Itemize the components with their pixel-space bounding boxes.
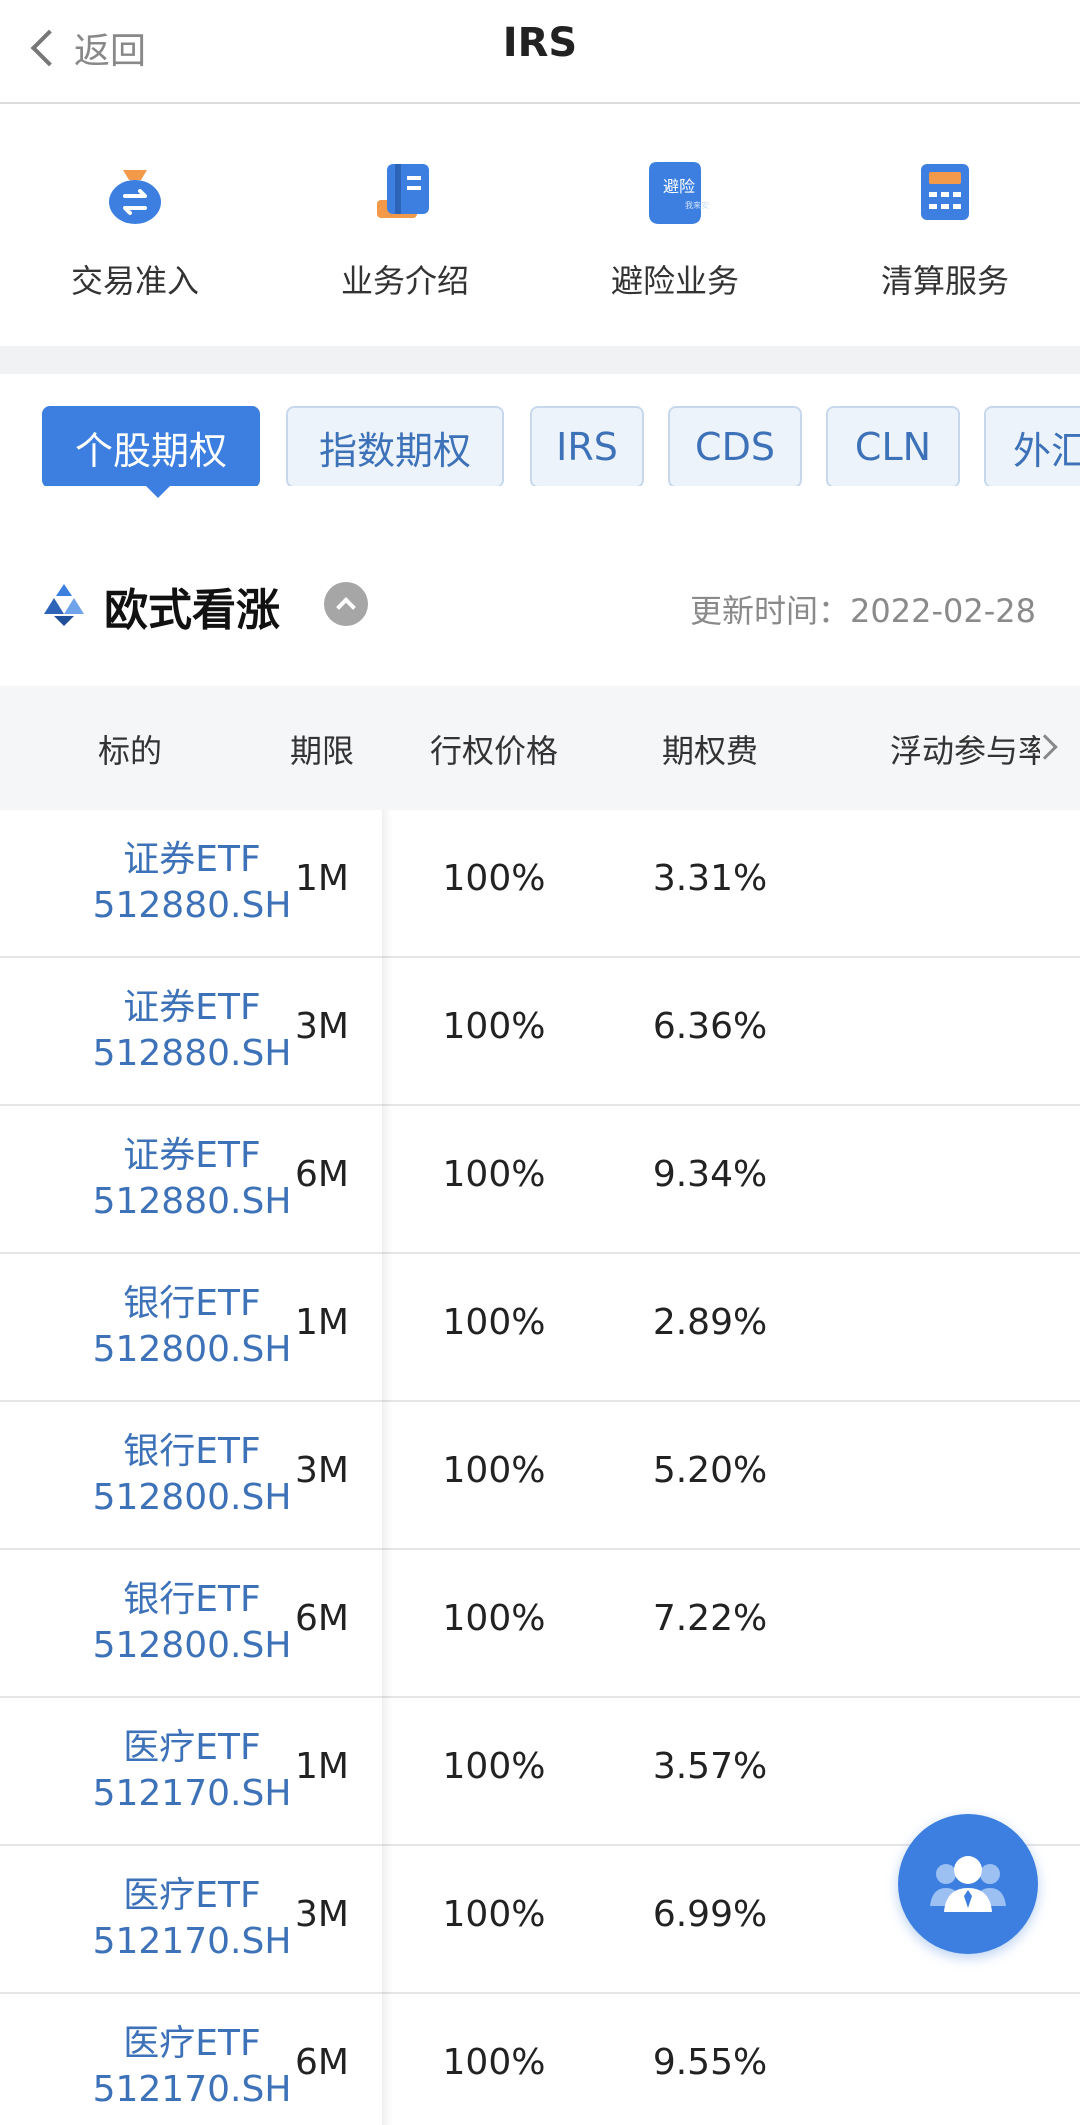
strike-cell: 100% <box>442 1746 546 1787</box>
col-premium: 期权费 <box>661 732 758 770</box>
menu-label: 避险业务 <box>610 262 739 300</box>
table-row[interactable]: 银行ETF 512800.SH 3M 100% 5.20% <box>0 1402 1080 1550</box>
strike-cell: 100% <box>442 1598 546 1639</box>
svg-text:我来安: 我来安 <box>685 200 709 210</box>
underlying-name: 医疗ETF <box>123 1875 261 1916</box>
term-cell: 1M <box>295 1746 349 1787</box>
menu-label: 业务介绍 <box>340 262 469 300</box>
active-tab-indicator <box>146 486 170 498</box>
table-row[interactable]: 证券ETF 512880.SH 3M 100% 6.36% <box>0 958 1080 1106</box>
product-tabs: 个股期权 指数期权 IRS CDS CLN 外汇 <box>0 400 1080 486</box>
underlying-name: 证券ETF <box>123 987 261 1028</box>
section-title: 欧式看涨 <box>104 585 280 636</box>
underlying-name: 银行ETF <box>123 1431 261 1472</box>
customer-service-icon <box>930 1856 1006 1912</box>
col-participation: 浮动参与率 <box>890 732 1040 770</box>
money-bag-icon <box>99 156 171 228</box>
underlying-name: 医疗ETF <box>123 2023 261 2064</box>
premium-cell: 9.55% <box>652 2042 768 2083</box>
underlying-name: 医疗ETF <box>123 1727 261 1768</box>
menu-item-business-intro[interactable]: 业务介绍 <box>270 106 540 346</box>
table-row[interactable]: 证券ETF 512880.SH 1M 100% 3.31% <box>0 810 1080 958</box>
term-cell: 6M <box>295 1598 349 1639</box>
chevron-up-icon <box>336 597 356 617</box>
premium-cell: 6.99% <box>652 1894 768 1935</box>
page-title: IRS <box>502 20 578 66</box>
term-cell: 6M <box>295 1154 349 1195</box>
term-cell: 3M <box>295 1450 349 1491</box>
underlying-name: 银行ETF <box>123 1283 261 1324</box>
top-nav-bar: 返回 IRS <box>0 0 1080 104</box>
term-cell: 1M <box>295 1302 349 1343</box>
menu-label: 清算服务 <box>880 262 1009 300</box>
premium-cell: 6.36% <box>652 1006 768 1047</box>
update-date: 2022-02-28 <box>850 592 1036 630</box>
tab-irs[interactable]: IRS <box>530 406 644 486</box>
table-row[interactable]: 银行ETF 512800.SH 6M 100% 7.22% <box>0 1550 1080 1698</box>
strike-cell: 100% <box>442 2042 546 2083</box>
section-divider <box>0 346 1080 374</box>
table-row[interactable]: 医疗ETF 512170.SH 1M 100% 3.57% <box>0 1698 1080 1846</box>
menu-item-hedging[interactable]: 避险 我来安 避险业务 <box>540 106 810 346</box>
update-label: 更新时间： <box>690 592 851 630</box>
strike-cell: 100% <box>442 1302 546 1343</box>
tab-stock-options[interactable]: 个股期权 <box>42 406 260 486</box>
tab-fx[interactable]: 外汇 <box>984 406 1080 486</box>
menu-label: 交易准入 <box>70 262 199 300</box>
term-cell: 6M <box>295 2042 349 2083</box>
term-cell: 3M <box>295 1006 349 1047</box>
tab-index-options[interactable]: 指数期权 <box>286 406 504 486</box>
underlying-name: 证券ETF <box>123 1135 261 1176</box>
menu-item-clearing[interactable]: 清算服务 <box>810 106 1080 346</box>
update-time: 更新时间：2022-02-28 <box>690 586 1036 632</box>
premium-cell: 2.89% <box>652 1302 768 1343</box>
table-row[interactable]: 证券ETF 512880.SH 6M 100% 9.34% <box>0 1106 1080 1254</box>
term-cell: 3M <box>295 1894 349 1935</box>
table-row[interactable]: 银行ETF 512800.SH 1M 100% 2.89% <box>0 1254 1080 1402</box>
underlying-name: 证券ETF <box>123 839 261 880</box>
logo-icon <box>40 580 88 628</box>
premium-cell: 7.22% <box>652 1598 768 1639</box>
col-underlying: 标的 <box>97 732 162 770</box>
premium-cell: 5.20% <box>652 1450 768 1491</box>
table-row[interactable]: 医疗ETF 512170.SH 6M 100% 9.55% <box>0 1994 1080 2125</box>
quick-menu: 交易准入 业务介绍 避险 我来安 避险业务 清算服务 <box>0 106 1080 346</box>
tab-cds[interactable]: CDS <box>668 406 802 486</box>
col-strike: 行权价格 <box>429 732 558 770</box>
strike-cell: 100% <box>442 1006 546 1047</box>
strike-cell: 100% <box>442 1154 546 1195</box>
strike-cell: 100% <box>442 858 546 899</box>
document-icon <box>369 156 441 228</box>
term-cell: 1M <box>295 858 349 899</box>
section-header: 欧式看涨 更新时间：2022-02-28 <box>0 560 1080 644</box>
customer-service-button[interactable] <box>898 1814 1038 1954</box>
premium-cell: 3.31% <box>652 858 768 899</box>
col-term: 期限 <box>289 732 354 770</box>
menu-item-trading-access[interactable]: 交易准入 <box>0 106 270 346</box>
strike-cell: 100% <box>442 1450 546 1491</box>
tab-cln[interactable]: CLN <box>826 406 960 486</box>
hedging-badge-icon: 避险 我来安 <box>639 156 711 228</box>
premium-cell: 3.57% <box>652 1746 768 1787</box>
calculator-icon <box>909 156 981 228</box>
premium-cell: 9.34% <box>652 1154 768 1195</box>
frozen-column-shadow <box>382 810 392 2125</box>
table-header: 标的 期限 行权价格 期权费 浮动参与率 <box>0 686 1080 810</box>
strike-cell: 100% <box>442 1894 546 1935</box>
collapse-toggle[interactable] <box>324 582 368 626</box>
svg-text:避险: 避险 <box>663 177 695 196</box>
underlying-name: 银行ETF <box>123 1579 261 1620</box>
